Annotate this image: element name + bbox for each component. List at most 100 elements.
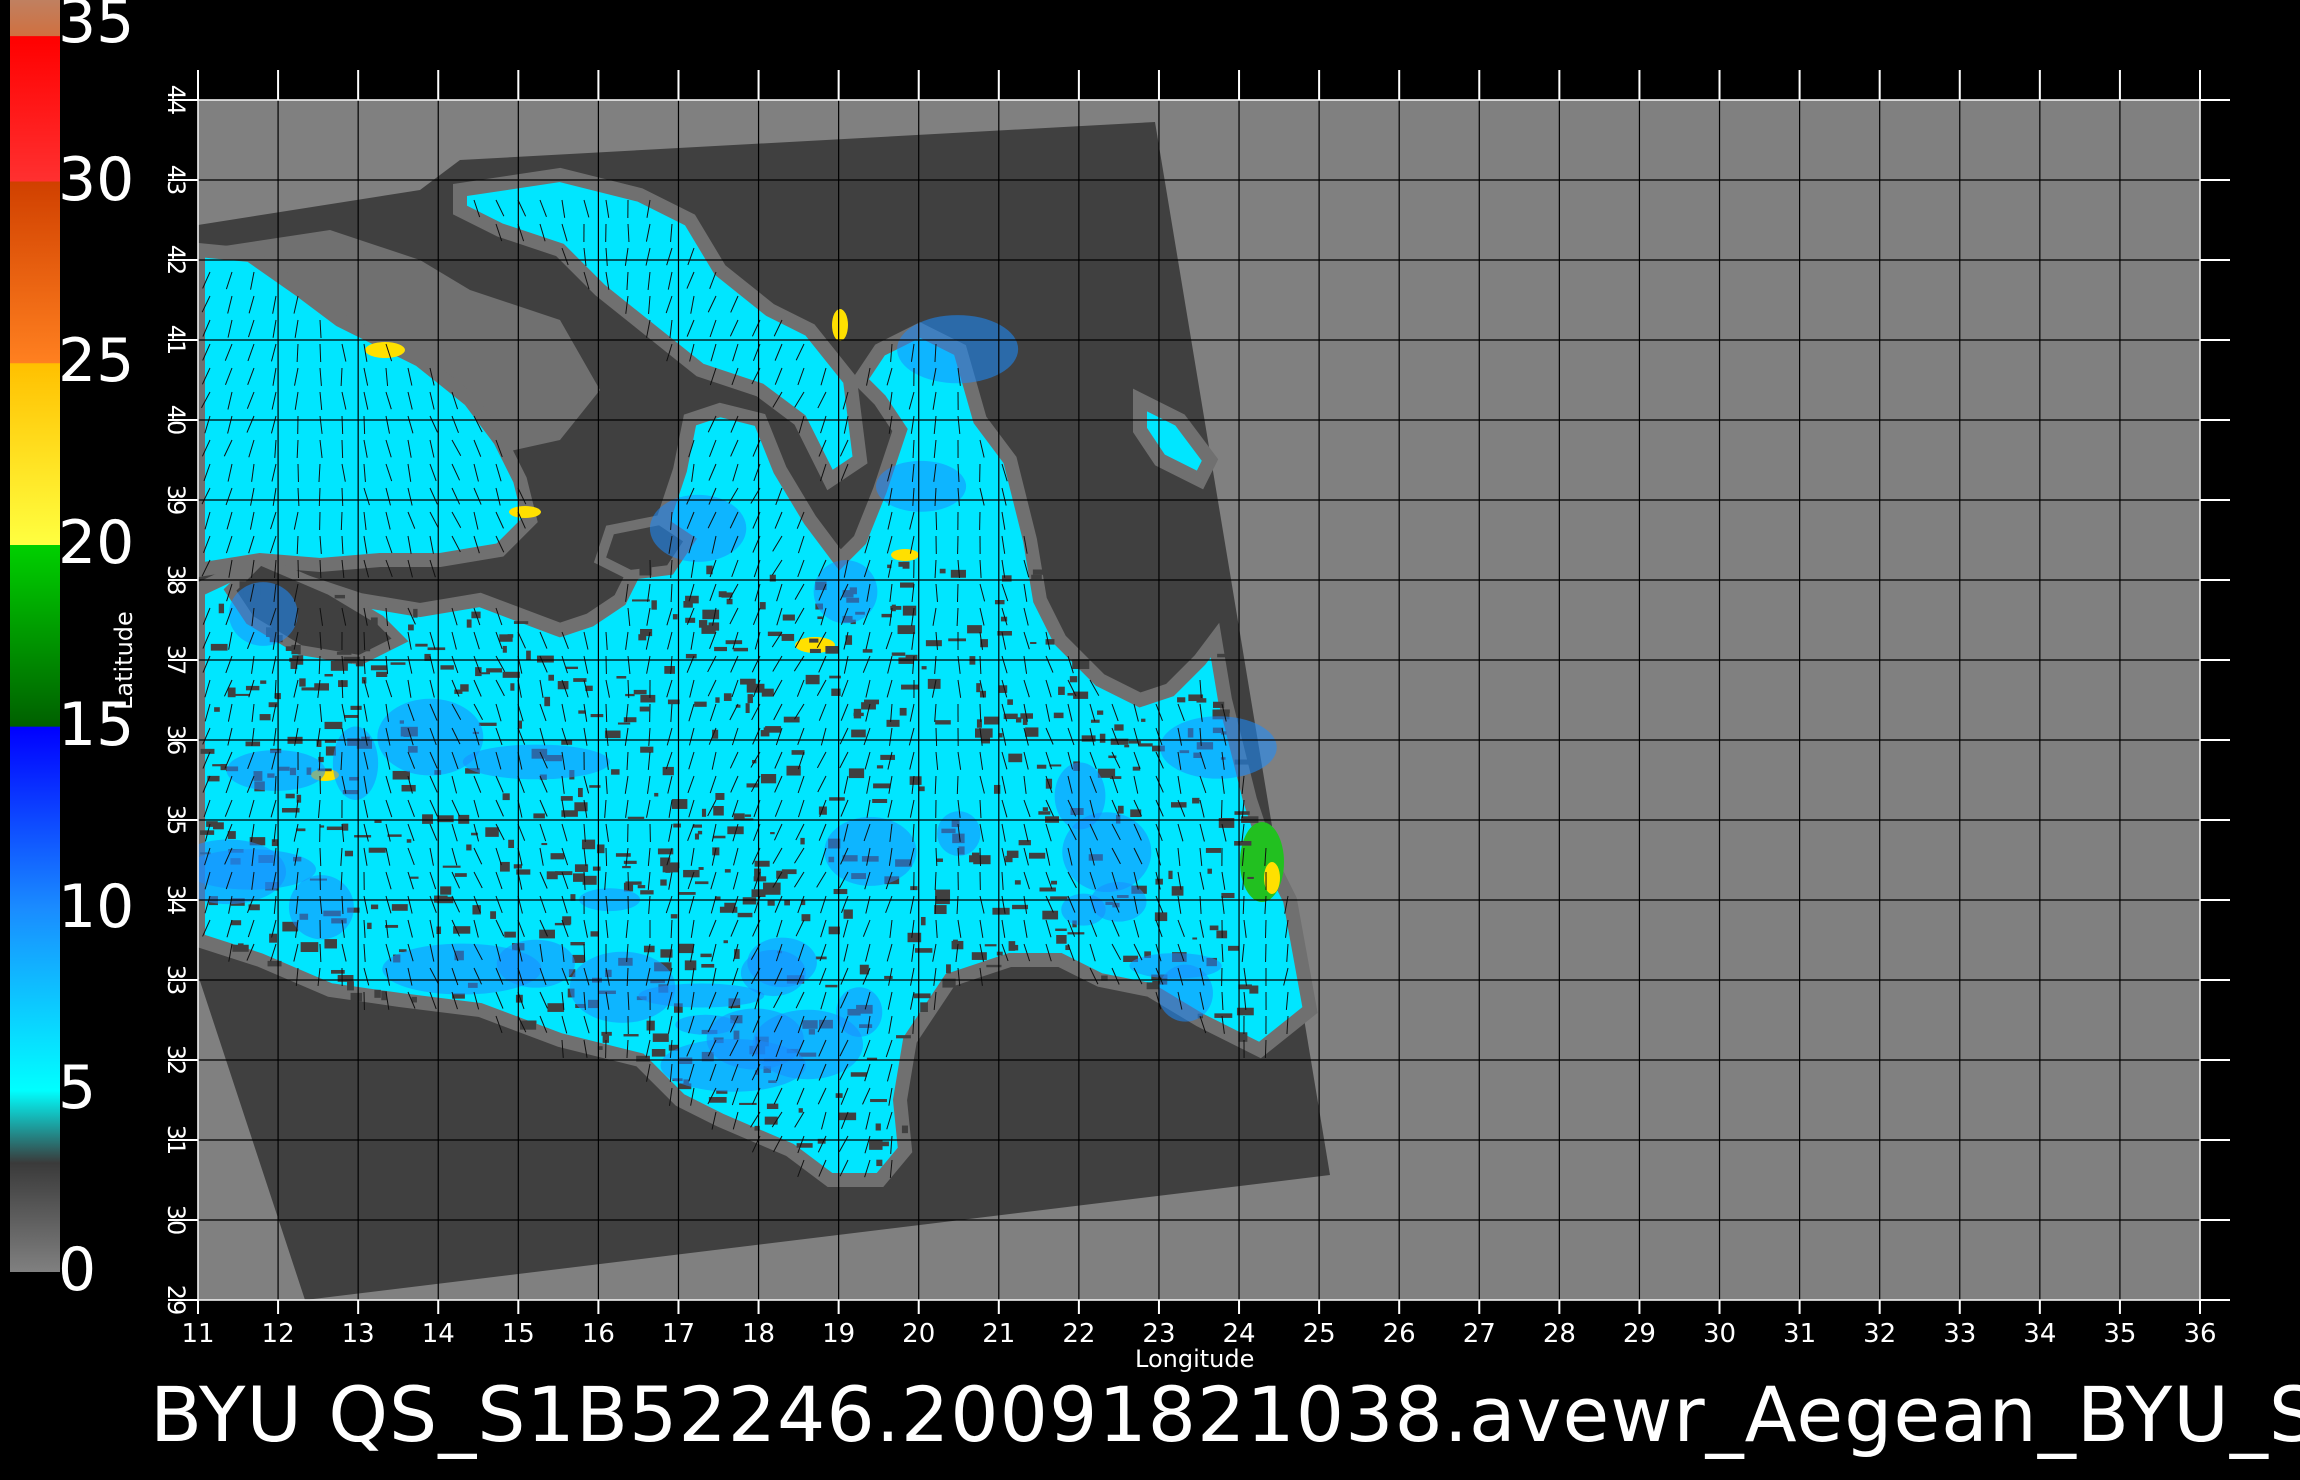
speckle	[291, 644, 301, 655]
y-axis-label: Latitude	[110, 611, 138, 710]
speckle	[617, 722, 631, 725]
speckle	[939, 568, 946, 574]
speckle	[623, 717, 637, 723]
speckle	[1042, 807, 1048, 811]
speckle	[230, 920, 242, 926]
lon-tick-label: 18	[742, 1319, 775, 1349]
speckle	[921, 666, 927, 670]
speckle	[798, 1108, 803, 1113]
speckle	[1007, 699, 1013, 705]
lon-tick-label: 16	[582, 1319, 615, 1349]
speckle	[460, 684, 469, 692]
speckle	[330, 660, 348, 671]
speckle	[667, 699, 680, 705]
speckle	[422, 814, 433, 824]
footer-title: BYU QS_S1B52246.20091821038.avewr_Aegean…	[150, 1370, 2300, 1459]
speckle	[646, 1020, 655, 1031]
lat-tick-label: 42	[162, 245, 190, 276]
speckle	[739, 1102, 757, 1105]
speckle	[1207, 868, 1212, 874]
speckle	[766, 1103, 779, 1110]
speckle	[920, 1002, 928, 1012]
speckle	[637, 885, 646, 889]
speckle	[271, 839, 279, 847]
speckle	[486, 668, 502, 673]
speckle	[1146, 982, 1159, 990]
speckle	[633, 689, 647, 695]
wind-barb	[605, 847, 608, 867]
wind-barb	[956, 775, 959, 795]
speckle	[1209, 925, 1219, 931]
lon-tick-label: 26	[1383, 1319, 1416, 1349]
speckle	[310, 597, 327, 602]
speckle	[1205, 848, 1222, 853]
speckle	[360, 648, 371, 652]
speckle	[331, 969, 345, 974]
speckle	[713, 805, 724, 816]
speckle	[701, 808, 707, 817]
speckle	[368, 847, 386, 853]
speckle	[679, 892, 696, 895]
speckle	[897, 625, 916, 635]
colorbar-label: 0	[58, 1235, 97, 1305]
lon-tick-label: 19	[822, 1319, 855, 1349]
speckle	[1192, 797, 1200, 804]
speckle	[1049, 764, 1062, 767]
speckle	[747, 694, 753, 704]
speckle	[508, 839, 515, 849]
speckle	[1124, 744, 1130, 748]
speckle	[760, 774, 777, 784]
lon-tick-label: 34	[2023, 1319, 2056, 1349]
speckle	[1109, 776, 1122, 779]
wind-barb	[627, 871, 630, 891]
speckle	[623, 1034, 639, 1037]
speckle	[1081, 735, 1096, 742]
lon-tick-label: 12	[262, 1319, 295, 1349]
lat-tick-label: 41	[162, 325, 190, 356]
speckle	[1168, 870, 1173, 880]
speckle	[742, 897, 757, 905]
speckle	[390, 662, 406, 665]
lat-tick-label: 32	[162, 1045, 190, 1076]
speckle	[901, 1125, 908, 1134]
speckle	[504, 931, 516, 938]
speckle	[875, 1123, 881, 1131]
speckle	[526, 650, 531, 661]
speckle	[918, 786, 925, 792]
speckle	[581, 839, 596, 850]
speckle	[1053, 712, 1064, 719]
speckle	[896, 1035, 911, 1039]
speckle	[1228, 945, 1239, 951]
speckle	[458, 814, 470, 824]
speckle	[1141, 718, 1146, 722]
speckle	[370, 665, 388, 671]
speckle	[1032, 569, 1048, 575]
speckle	[685, 595, 699, 604]
speckle	[1072, 659, 1090, 670]
speckle	[478, 722, 497, 726]
speckle	[698, 867, 704, 870]
lon-tick-label: 32	[1863, 1319, 1896, 1349]
speckle	[694, 881, 709, 885]
speckle	[1008, 753, 1023, 763]
speckle	[764, 1116, 778, 1125]
speckle	[326, 826, 345, 831]
speckle	[1039, 887, 1056, 892]
speckle	[259, 714, 271, 721]
speckle	[625, 693, 635, 697]
wind-barb	[605, 703, 608, 723]
speckle	[765, 726, 782, 733]
speckle	[350, 705, 362, 710]
speckle	[292, 633, 307, 638]
lon-tick-label: 14	[422, 1319, 455, 1349]
speckle	[1238, 1032, 1248, 1042]
speckle	[336, 651, 352, 655]
speckle	[829, 797, 845, 801]
speckle	[324, 721, 343, 730]
speckle	[876, 1159, 883, 1167]
speckle	[374, 989, 381, 998]
speckle	[347, 981, 354, 991]
speckle	[891, 652, 906, 656]
speckle	[213, 822, 224, 830]
speckle	[791, 750, 805, 755]
